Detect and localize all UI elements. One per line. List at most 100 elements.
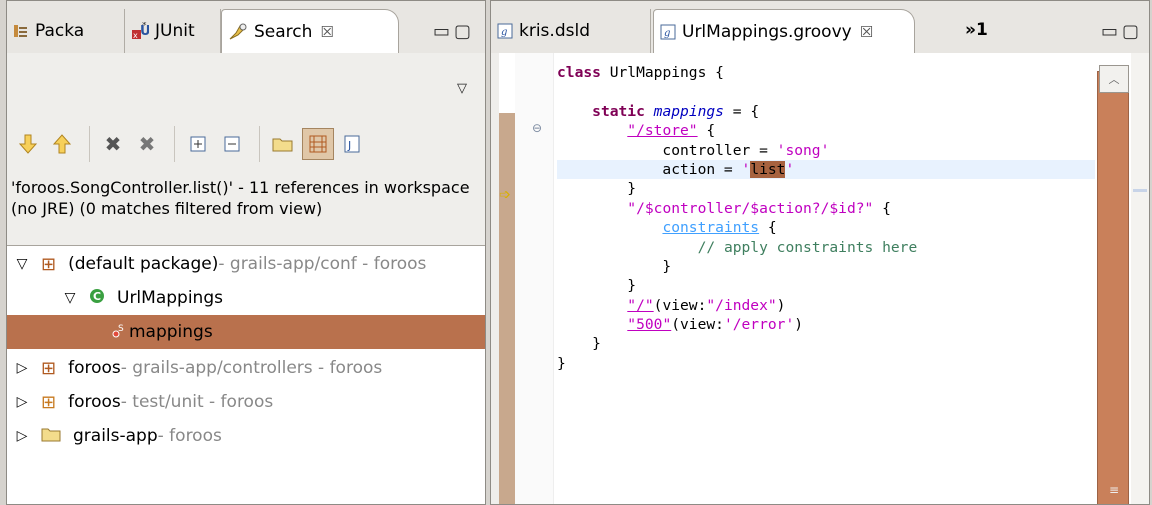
annotation-ruler: [491, 53, 499, 504]
code-line[interactable]: action = 'list': [557, 159, 1095, 180]
tree-row-grails-app[interactable]: ▷ grails-app - foroos: [7, 419, 485, 453]
svg-text:g: g: [664, 28, 670, 39]
code-editor[interactable]: ➩ ⊖ class UrlMappings { static mappings …: [491, 53, 1149, 504]
tab-label: Search: [254, 22, 313, 42]
scroll-up-button[interactable]: ︿: [1099, 65, 1129, 93]
view-menu-icon[interactable]: ▽: [457, 81, 467, 96]
groovy-file-icon: g: [497, 23, 513, 39]
close-icon[interactable]: ☒: [320, 23, 333, 41]
code-line[interactable]: // apply constraints here: [557, 238, 1095, 257]
code-token: UrlMappings {: [600, 64, 724, 81]
tree-item-detail: - grails-app/conf - foroos: [218, 254, 427, 274]
show-as-list-icon[interactable]: J: [338, 129, 368, 159]
svg-text:x: x: [133, 31, 138, 40]
code-token: "/$controller/$action?/$id?": [627, 199, 874, 217]
tree-row-default-package[interactable]: ▽ ⊞ (default package) - grails-app/conf …: [7, 247, 485, 281]
previous-match-icon[interactable]: [47, 129, 77, 159]
code-line[interactable]: static mappings = {: [557, 102, 1095, 121]
left-tab-bar: Packa xU* JUnit Search ☒ ▭▢: [7, 1, 485, 54]
show-as-tree-icon[interactable]: [302, 128, 334, 160]
svg-text:*: *: [142, 22, 147, 31]
package-icon: ⊞: [41, 253, 57, 275]
toolbar-separator: [174, 126, 175, 162]
code-token: }: [557, 354, 566, 372]
code-token: action =: [557, 160, 742, 178]
tab-kris-dsld[interactable]: g kris.dsld: [491, 9, 651, 53]
code-token: }: [557, 180, 637, 198]
minimize-maximize-icons[interactable]: ▭▢: [433, 21, 475, 42]
code-line[interactable]: }: [557, 179, 1095, 198]
tree-row-foroos-test[interactable]: ▷ ⊞ foroos - test/unit - foroos: [7, 385, 485, 419]
code-line[interactable]: [557, 82, 1095, 101]
search-view: Packa xU* JUnit Search ☒ ▭▢ ▽ ✖ ✖: [6, 0, 486, 505]
code-token: {: [697, 122, 716, 140]
code-token: (view:: [653, 296, 707, 314]
tab-label: JUnit: [155, 21, 195, 41]
tab-label: UrlMappings.groovy: [682, 22, 852, 42]
minimize-maximize-icons[interactable]: ▭▢: [1101, 21, 1143, 42]
expand-toggle-icon[interactable]: ▷: [13, 428, 31, 444]
remove-selected-icon[interactable]: ✖: [98, 129, 128, 159]
code-line[interactable]: }: [557, 354, 1095, 373]
collapse-all-icon[interactable]: [217, 129, 247, 159]
collapse-fold-icon[interactable]: ⊖: [532, 121, 542, 135]
code-line[interactable]: "/$controller/$action?/$id?" {: [557, 199, 1095, 218]
code-line[interactable]: }: [557, 276, 1095, 295]
overview-ruler-mark: [1133, 189, 1147, 192]
tree-item-label: grails-app: [73, 426, 158, 446]
code-token: }: [557, 335, 601, 353]
code-token: constraints: [662, 219, 760, 237]
tab-urlmappings-groovy[interactable]: g UrlMappings.groovy ☒: [653, 9, 915, 54]
svg-text:S: S: [118, 324, 124, 334]
code-line[interactable]: class UrlMappings {: [557, 63, 1095, 82]
code-token: class: [557, 64, 601, 81]
tree-item-detail: - foroos: [157, 426, 222, 446]
remove-all-icon[interactable]: ✖: [132, 129, 162, 159]
code-token: ': [785, 160, 795, 178]
code-line[interactable]: constraints {: [557, 218, 1095, 237]
package-icon: ⊞: [41, 357, 57, 379]
junit-icon: xU*: [131, 22, 149, 40]
code-token: "/store": [627, 122, 698, 140]
tree-item-label: foroos: [68, 392, 121, 412]
code-token: "/": [627, 296, 654, 314]
more-tabs-button[interactable]: »1: [959, 15, 999, 45]
tab-junit[interactable]: xU* JUnit: [125, 9, 221, 53]
tree-item-detail: - grails-app/controllers - foroos: [120, 358, 383, 378]
code-text[interactable]: class UrlMappings { static mappings = { …: [557, 63, 1095, 373]
code-token: list: [750, 160, 786, 178]
vertical-scrollbar[interactable]: [1097, 71, 1129, 504]
test-package-icon: ⊞: [41, 391, 57, 413]
open-search-icon[interactable]: [268, 129, 298, 159]
code-line[interactable]: "/"(view:"/index"): [557, 296, 1095, 315]
expand-toggle-icon[interactable]: ▷: [13, 394, 31, 410]
tree-row-urlmappings[interactable]: ▽ C UrlMappings: [7, 281, 485, 315]
code-line[interactable]: controller = 'song': [557, 141, 1095, 160]
tab-package-explorer[interactable]: Packa: [7, 9, 125, 53]
code-line[interactable]: }: [557, 257, 1095, 276]
code-line[interactable]: "/store" {: [557, 121, 1095, 140]
code-token: // apply constraints here: [697, 238, 918, 256]
tab-label: kris.dsld: [519, 21, 590, 41]
folder-icon: [41, 426, 61, 447]
expand-toggle-icon[interactable]: ▷: [13, 360, 31, 376]
close-icon[interactable]: ☒: [860, 23, 873, 41]
tab-label: Packa: [35, 21, 85, 41]
search-icon: [228, 23, 248, 41]
tree-row-mappings[interactable]: S mappings: [7, 315, 485, 349]
tree-row-foroos-controllers[interactable]: ▷ ⊞ foroos - grails-app/controllers - fo…: [7, 351, 485, 385]
code-token: }: [557, 277, 637, 295]
expand-toggle-icon[interactable]: ▽: [13, 256, 31, 272]
code-token: "/index": [706, 296, 777, 314]
expand-toggle-icon[interactable]: ▽: [61, 290, 79, 306]
code-line[interactable]: "500"(view:'/error'): [557, 315, 1095, 334]
code-line[interactable]: }: [557, 334, 1095, 353]
next-match-icon[interactable]: [13, 129, 43, 159]
tab-search[interactable]: Search ☒: [221, 9, 399, 54]
expand-all-icon[interactable]: [183, 129, 213, 159]
code-token: ): [776, 296, 786, 314]
